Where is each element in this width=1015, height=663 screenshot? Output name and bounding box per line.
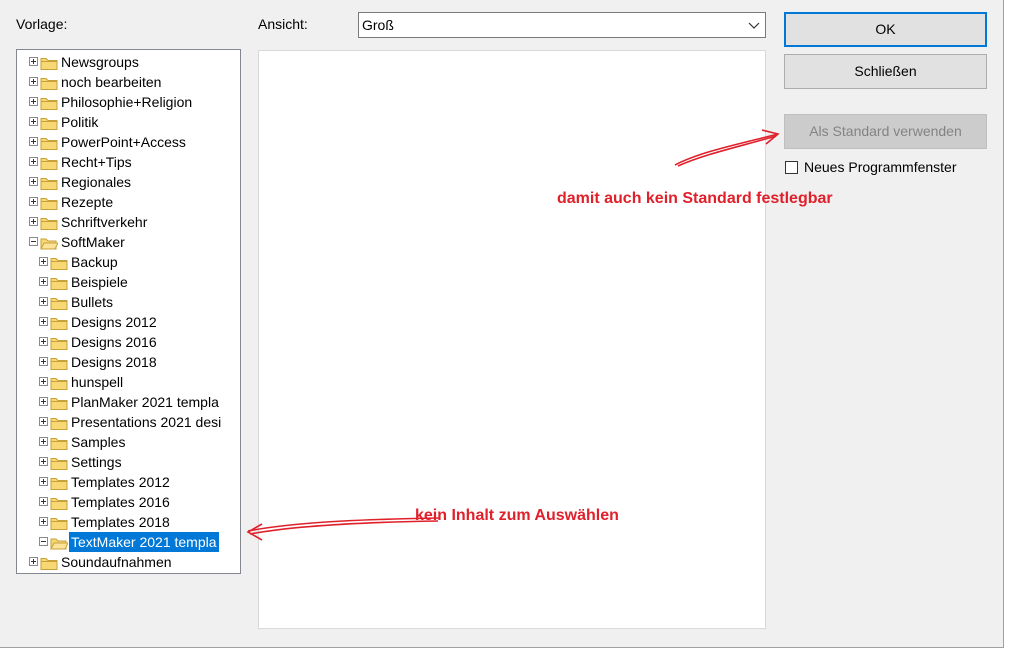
annotation-arrows (246, 129, 780, 541)
arrow-to-default-button (674, 129, 780, 167)
new-document-dialog: Vorlage: Ansicht: Newsgroups noch bearbei… (0, 0, 1004, 648)
arrow-to-selected-folder (246, 517, 441, 541)
